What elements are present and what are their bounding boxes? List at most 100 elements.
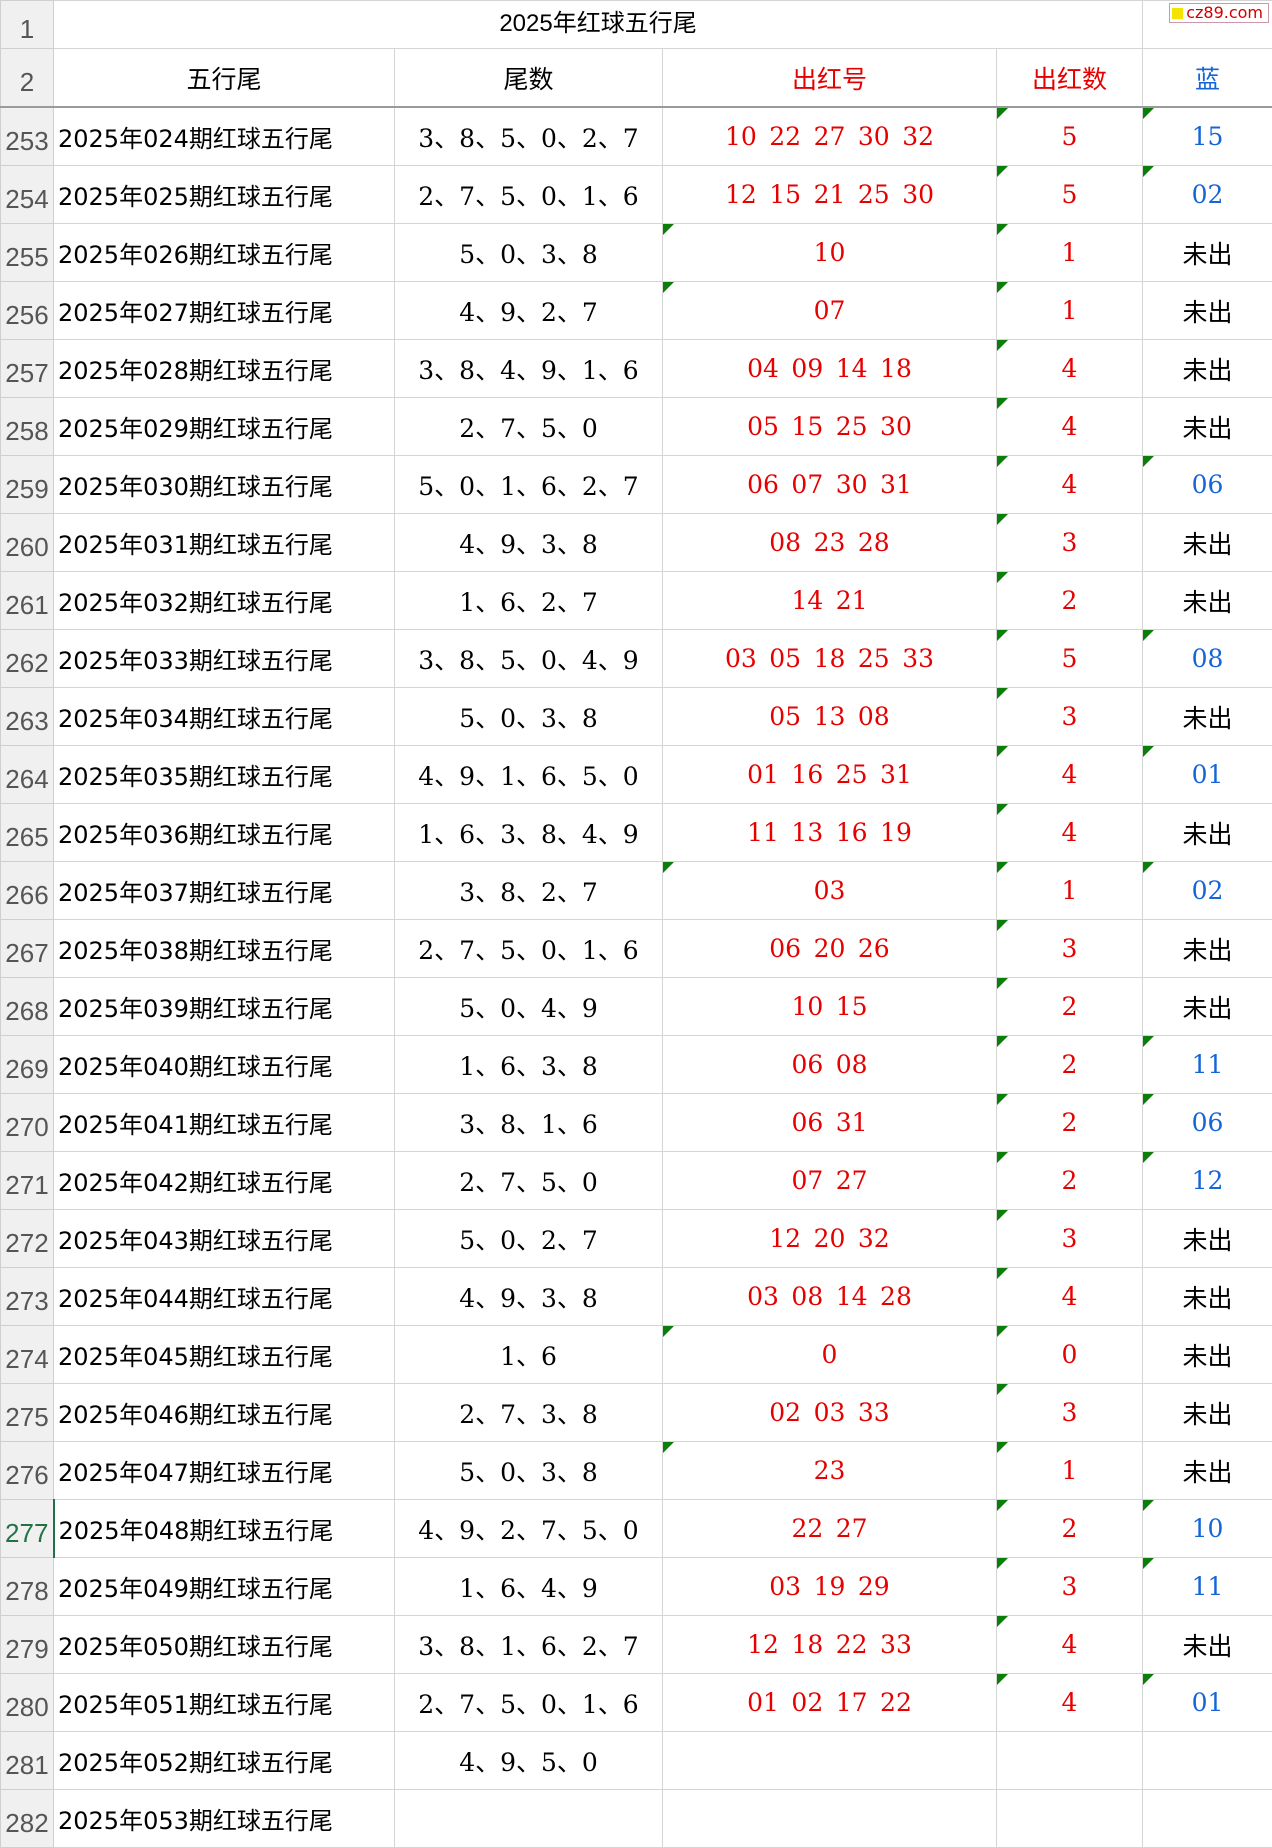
blue-cell[interactable]: 08 — [1143, 630, 1272, 688]
red-numbers-cell[interactable]: 23 — [663, 1442, 997, 1500]
tails-cell[interactable]: 2、7、5、0 — [395, 1152, 663, 1210]
red-count-cell[interactable]: 2 — [997, 1152, 1143, 1210]
red-count-cell[interactable]: 3 — [997, 514, 1143, 572]
period-cell[interactable]: 2025年041期红球五行尾 — [54, 1094, 395, 1152]
tails-cell[interactable]: 4、9、1、6、5、0 — [395, 746, 663, 804]
tails-cell[interactable]: 2、7、5、0、1、6 — [395, 920, 663, 978]
red-numbers-cell[interactable]: 01 16 25 31 — [663, 746, 997, 804]
row-header[interactable]: 280 — [1, 1674, 54, 1732]
blue-cell[interactable]: 未出 — [1143, 688, 1272, 746]
period-cell[interactable]: 2025年031期红球五行尾 — [54, 514, 395, 572]
period-cell[interactable]: 2025年049期红球五行尾 — [54, 1558, 395, 1616]
row-header[interactable]: 275 — [1, 1384, 54, 1442]
row-header[interactable]: 262 — [1, 630, 54, 688]
tails-cell[interactable]: 1、6、3、8、4、9 — [395, 804, 663, 862]
row-header[interactable]: 260 — [1, 514, 54, 572]
blue-cell[interactable]: 未出 — [1143, 224, 1272, 282]
blue-cell[interactable]: 01 — [1143, 1674, 1272, 1732]
red-numbers-cell[interactable]: 04 09 14 18 — [663, 340, 997, 398]
red-count-cell[interactable]: 4 — [997, 1674, 1143, 1732]
blue-cell[interactable]: 未出 — [1143, 1268, 1272, 1326]
blue-cell[interactable]: 未出 — [1143, 398, 1272, 456]
blue-cell[interactable]: 06 — [1143, 456, 1272, 514]
blue-cell[interactable]: 06 — [1143, 1094, 1272, 1152]
blue-cell[interactable]: 未出 — [1143, 1384, 1272, 1442]
row-header[interactable]: 256 — [1, 282, 54, 340]
red-numbers-cell[interactable] — [663, 1732, 997, 1790]
red-count-cell[interactable]: 4 — [997, 804, 1143, 862]
blue-cell[interactable]: 未出 — [1143, 978, 1272, 1036]
period-cell[interactable]: 2025年027期红球五行尾 — [54, 282, 395, 340]
period-cell[interactable]: 2025年045期红球五行尾 — [54, 1326, 395, 1384]
tails-cell[interactable]: 5、0、4、9 — [395, 978, 663, 1036]
red-count-cell[interactable]: 1 — [997, 224, 1143, 282]
tails-cell[interactable]: 4、9、5、0 — [395, 1732, 663, 1790]
red-numbers-cell[interactable]: 11 13 16 19 — [663, 804, 997, 862]
period-cell[interactable]: 2025年050期红球五行尾 — [54, 1616, 395, 1674]
tails-cell[interactable]: 3、8、5、0、4、9 — [395, 630, 663, 688]
tails-cell[interactable]: 5、0、1、6、2、7 — [395, 456, 663, 514]
tails-cell[interactable]: 3、8、1、6 — [395, 1094, 663, 1152]
row-header[interactable]: 272 — [1, 1210, 54, 1268]
row-header[interactable]: 261 — [1, 572, 54, 630]
column-header-red-numbers[interactable]: 出红号 — [663, 49, 997, 108]
period-cell[interactable]: 2025年032期红球五行尾 — [54, 572, 395, 630]
tails-cell[interactable]: 4、9、2、7、5、0 — [395, 1500, 663, 1558]
red-numbers-cell[interactable]: 03 19 29 — [663, 1558, 997, 1616]
row-header[interactable]: 273 — [1, 1268, 54, 1326]
row-header[interactable]: 253 — [1, 107, 54, 166]
tails-cell[interactable]: 3、8、2、7 — [395, 862, 663, 920]
red-numbers-cell[interactable]: 10 — [663, 224, 997, 282]
tails-cell[interactable]: 5、0、3、8 — [395, 224, 663, 282]
row-header[interactable]: 266 — [1, 862, 54, 920]
row-header[interactable]: 271 — [1, 1152, 54, 1210]
red-count-cell[interactable]: 2 — [997, 1500, 1143, 1558]
row-header[interactable]: 265 — [1, 804, 54, 862]
blue-cell[interactable]: 未出 — [1143, 282, 1272, 340]
red-count-cell[interactable]: 2 — [997, 1094, 1143, 1152]
row-header[interactable]: 254 — [1, 166, 54, 224]
red-numbers-cell[interactable]: 06 31 — [663, 1094, 997, 1152]
red-numbers-cell[interactable]: 03 — [663, 862, 997, 920]
period-cell[interactable]: 2025年046期红球五行尾 — [54, 1384, 395, 1442]
red-numbers-cell[interactable]: 14 21 — [663, 572, 997, 630]
period-cell[interactable]: 2025年044期红球五行尾 — [54, 1268, 395, 1326]
red-numbers-cell[interactable]: 08 23 28 — [663, 514, 997, 572]
red-count-cell[interactable]: 4 — [997, 1268, 1143, 1326]
red-numbers-cell[interactable] — [663, 1790, 997, 1848]
tails-cell[interactable]: 2、7、5、0、1、6 — [395, 1674, 663, 1732]
red-numbers-cell[interactable]: 05 13 08 — [663, 688, 997, 746]
tails-cell[interactable]: 4、9、2、7 — [395, 282, 663, 340]
blue-cell[interactable]: 未出 — [1143, 1326, 1272, 1384]
row-header[interactable]: 279 — [1, 1616, 54, 1674]
row-header[interactable]: 255 — [1, 224, 54, 282]
red-numbers-cell[interactable]: 07 27 — [663, 1152, 997, 1210]
red-count-cell[interactable]: 4 — [997, 340, 1143, 398]
tails-cell[interactable]: 1、6、3、8 — [395, 1036, 663, 1094]
red-count-cell[interactable]: 1 — [997, 862, 1143, 920]
tails-cell[interactable]: 2、7、3、8 — [395, 1384, 663, 1442]
blue-cell[interactable]: 12 — [1143, 1152, 1272, 1210]
blue-cell[interactable] — [1143, 1790, 1272, 1848]
red-numbers-cell[interactable]: 12 15 21 25 30 — [663, 166, 997, 224]
period-cell[interactable]: 2025年024期红球五行尾 — [54, 107, 395, 166]
blue-cell[interactable]: 未出 — [1143, 340, 1272, 398]
blue-cell[interactable]: 02 — [1143, 166, 1272, 224]
tails-cell[interactable]: 1、6 — [395, 1326, 663, 1384]
red-numbers-cell[interactable]: 03 05 18 25 33 — [663, 630, 997, 688]
period-cell[interactable]: 2025年048期红球五行尾 — [54, 1500, 395, 1558]
row-header[interactable]: 259 — [1, 456, 54, 514]
red-numbers-cell[interactable]: 01 02 17 22 — [663, 1674, 997, 1732]
tails-cell[interactable]: 3、8、1、6、2、7 — [395, 1616, 663, 1674]
red-numbers-cell[interactable]: 10 22 27 30 32 — [663, 107, 997, 166]
blue-cell[interactable]: 未出 — [1143, 1616, 1272, 1674]
red-numbers-cell[interactable]: 05 15 25 30 — [663, 398, 997, 456]
tails-cell[interactable]: 5、0、3、8 — [395, 1442, 663, 1500]
period-cell[interactable]: 2025年038期红球五行尾 — [54, 920, 395, 978]
red-numbers-cell[interactable]: 0 — [663, 1326, 997, 1384]
red-count-cell[interactable]: 4 — [997, 398, 1143, 456]
period-cell[interactable]: 2025年028期红球五行尾 — [54, 340, 395, 398]
row-header[interactable]: 267 — [1, 920, 54, 978]
blue-cell[interactable]: 11 — [1143, 1558, 1272, 1616]
period-cell[interactable]: 2025年026期红球五行尾 — [54, 224, 395, 282]
